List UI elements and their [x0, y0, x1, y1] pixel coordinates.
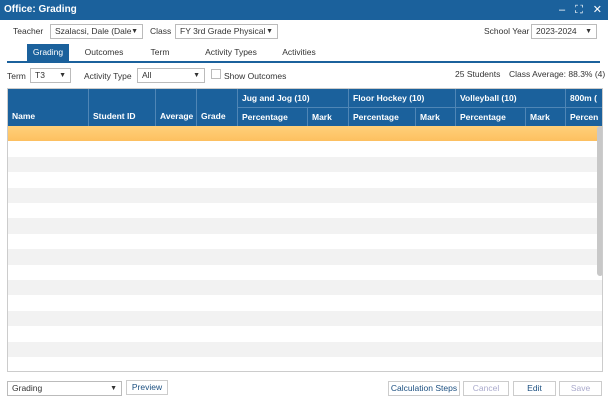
table-row[interactable] [8, 126, 602, 142]
show-outcomes-checkbox[interactable] [211, 69, 221, 79]
chevron-down-icon: ▼ [266, 28, 273, 35]
table-row[interactable] [8, 310, 602, 327]
tab-term[interactable]: Term [145, 44, 175, 61]
table-row[interactable] [8, 187, 602, 203]
calculation-steps-button[interactable]: Calculation Steps [388, 381, 460, 396]
grading-table: 10100%880%550%485.9309603454Naef, Jacob7… [7, 88, 603, 372]
table-row[interactable] [8, 341, 602, 357]
table-row[interactable] [8, 233, 602, 250]
table-row[interactable] [8, 203, 602, 219]
activity-type-select[interactable]: All ▼ [137, 68, 205, 83]
activity-type-value: All [142, 70, 152, 80]
chevron-down-icon: ▼ [59, 72, 66, 79]
chevron-down-icon: ▼ [131, 28, 138, 35]
table-row[interactable] [8, 357, 602, 371]
group-header-floor-hockey-10: Floor Hockey (10) [349, 89, 456, 108]
window-title: Office: Grading [4, 4, 77, 15]
table-row[interactable] [8, 280, 602, 296]
title-bar: Office: Grading – ⛶ ✕ [0, 0, 608, 20]
view-value: Grading [12, 383, 43, 393]
school-year-value: 2023-2024 [536, 26, 577, 36]
chevron-down-icon: ▼ [193, 72, 200, 79]
class-label: Class [150, 26, 172, 36]
column-header-mark: Mark [416, 108, 456, 126]
activity-type-label: Activity Type [84, 71, 132, 81]
column-header-percen: Percen [566, 108, 602, 126]
column-header-percentage: Percentage [456, 108, 526, 126]
edit-button[interactable]: Edit [513, 381, 556, 396]
teacher-label: Teacher [13, 26, 44, 36]
student-count: 25 Students [455, 69, 501, 79]
table-row[interactable] [8, 326, 602, 342]
table-row[interactable] [8, 218, 602, 234]
close-icon[interactable]: ✕ [593, 0, 602, 20]
class-select[interactable]: FY 3rd Grade Physical ▼ [175, 24, 278, 39]
minimize-icon[interactable]: – [559, 0, 565, 20]
tab-activities[interactable]: Activities [269, 44, 329, 61]
teacher-value: Szalacsi, Dale (Dale [55, 26, 132, 36]
chevron-down-icon: ▼ [585, 28, 592, 35]
table-row[interactable] [8, 141, 602, 157]
term-value: T3 [35, 70, 45, 80]
chevron-down-icon: ▼ [110, 385, 117, 392]
tab-bar: Grading Outcomes Term Activity Types Act… [7, 44, 600, 63]
show-outcomes-label: Show Outcomes [224, 71, 287, 81]
column-header-average: Average [156, 89, 197, 126]
table-row[interactable] [8, 295, 602, 311]
tab-outcomes[interactable]: Outcomes [79, 44, 129, 61]
cancel-button[interactable]: Cancel [463, 381, 509, 396]
horizontal-scrollbar[interactable] [241, 371, 311, 372]
table-row[interactable] [8, 264, 602, 280]
column-header-mark: Mark [308, 108, 349, 126]
group-header-volleyball-10: Volleyball (10) [456, 89, 566, 108]
tab-activity-types[interactable]: Activity Types [193, 44, 269, 61]
column-header-mark: Mark [526, 108, 566, 126]
teacher-select[interactable]: Szalacsi, Dale (Dale ▼ [50, 24, 143, 39]
term-label: Term [7, 71, 26, 81]
column-header-grade: Grade [197, 89, 238, 126]
school-year-label: School Year [484, 26, 530, 36]
school-year-select[interactable]: 2023-2024 ▼ [531, 24, 597, 39]
table-row[interactable] [8, 156, 602, 173]
term-select[interactable]: T3 ▼ [30, 68, 71, 83]
column-header-name: Name [8, 89, 89, 126]
preview-button[interactable]: Preview [126, 380, 168, 395]
save-button[interactable]: Save [559, 381, 602, 396]
group-header-jug-and-jog-10: Jug and Jog (10) [238, 89, 349, 108]
class-value: FY 3rd Grade Physical [180, 26, 266, 36]
column-header-percentage: Percentage [349, 108, 416, 126]
table-row[interactable] [8, 249, 602, 265]
tab-grading[interactable]: Grading [27, 44, 69, 61]
class-average: Class Average: 88.3% (4) [509, 69, 606, 79]
maximize-icon[interactable]: ⛶ [575, 0, 583, 20]
table-row[interactable] [8, 172, 602, 188]
column-header-student-id: Student ID [89, 89, 156, 126]
column-header-percentage: Percentage [238, 108, 308, 126]
group-header-800m: 800m ( [566, 89, 602, 108]
vertical-scrollbar[interactable] [597, 126, 602, 276]
view-select[interactable]: Grading ▼ [7, 381, 122, 396]
